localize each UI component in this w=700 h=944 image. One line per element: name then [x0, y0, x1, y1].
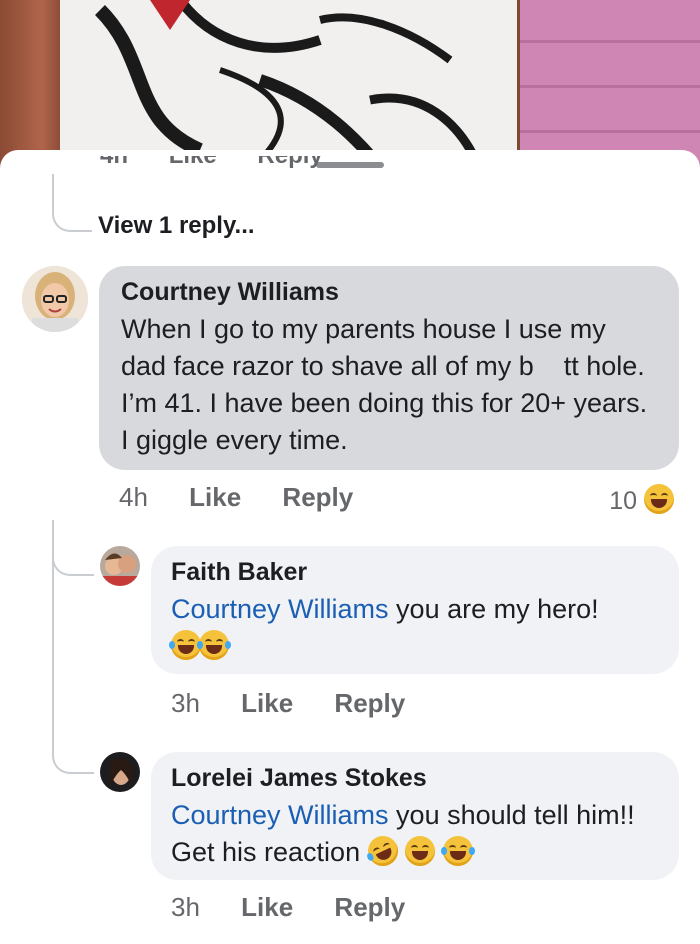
comment-actions: 4h Like Reply [119, 482, 387, 513]
avatar[interactable] [22, 266, 88, 332]
courtney-avatar-image [22, 266, 88, 332]
tears-of-joy-emoji-icon [197, 630, 232, 660]
reply-text: you are my hero! [388, 594, 599, 624]
avatar[interactable] [100, 752, 140, 792]
wall-line [520, 40, 700, 43]
reply-text-line: Courtney Williams you are my hero! [171, 591, 659, 628]
rolling-laughing-emoji-icon [362, 831, 403, 871]
reply-button[interactable]: Reply [334, 892, 405, 922]
avatar[interactable] [100, 546, 140, 586]
reply-bubble[interactable]: Lorelei James Stokes Courtney Williams y… [151, 752, 679, 880]
reply-text-line: Courtney Williams you should tell him!! … [171, 797, 659, 871]
lorelei-avatar-image [100, 752, 140, 792]
reply-time: 3h [171, 688, 200, 718]
like-button[interactable]: Like [241, 688, 293, 718]
wall-line [520, 130, 700, 133]
reply-button[interactable]: Reply [282, 482, 353, 512]
reply-actions: 3h Like Reply [171, 892, 439, 923]
reply-button[interactable]: Reply [334, 688, 405, 718]
previous-reply-button[interactable]: Reply [257, 156, 322, 170]
like-button[interactable]: Like [241, 892, 293, 922]
thread-connector [52, 710, 94, 774]
comments-sheet[interactable]: 4h Like Reply View 1 reply... Courtney W… [0, 150, 700, 944]
mention-link[interactable]: Courtney Williams [171, 800, 389, 830]
previous-time: 4h [100, 156, 128, 170]
comment-time: 4h [119, 482, 148, 512]
reply-actions: 3h Like Reply [171, 688, 439, 719]
grinning-squint-emoji-icon [405, 836, 436, 866]
thread-connector [52, 520, 94, 576]
reaction-count: 10 [609, 487, 638, 515]
reply-author[interactable]: Faith Baker [171, 558, 659, 587]
comment-bubble[interactable]: Courtney Williams When I go to my parent… [99, 266, 679, 470]
thread-connector [52, 174, 92, 232]
mention-link[interactable]: Courtney Williams [171, 594, 389, 624]
laughing-emoji-icon [644, 484, 674, 514]
wall-line [520, 85, 700, 88]
like-button[interactable]: Like [189, 482, 241, 512]
reply-author[interactable]: Lorelei James Stokes [171, 764, 659, 793]
reply-time: 3h [171, 892, 200, 922]
previous-like-button[interactable]: Like [169, 156, 217, 170]
view-replies-link[interactable]: View 1 reply... [98, 212, 255, 240]
reply-emoji-row [169, 630, 659, 660]
comment-text: When I go to my parents house I use my d… [121, 314, 648, 455]
faith-avatar-image [100, 546, 140, 586]
tears-of-joy-emoji-icon [440, 836, 475, 866]
comment-author[interactable]: Courtney Williams [121, 278, 657, 307]
reaction-summary[interactable]: 10 [609, 484, 674, 516]
previous-comment-actions: 4h Like Reply [100, 156, 357, 180]
reply-bubble[interactable]: Faith Baker Courtney Williams you are my… [151, 546, 679, 674]
